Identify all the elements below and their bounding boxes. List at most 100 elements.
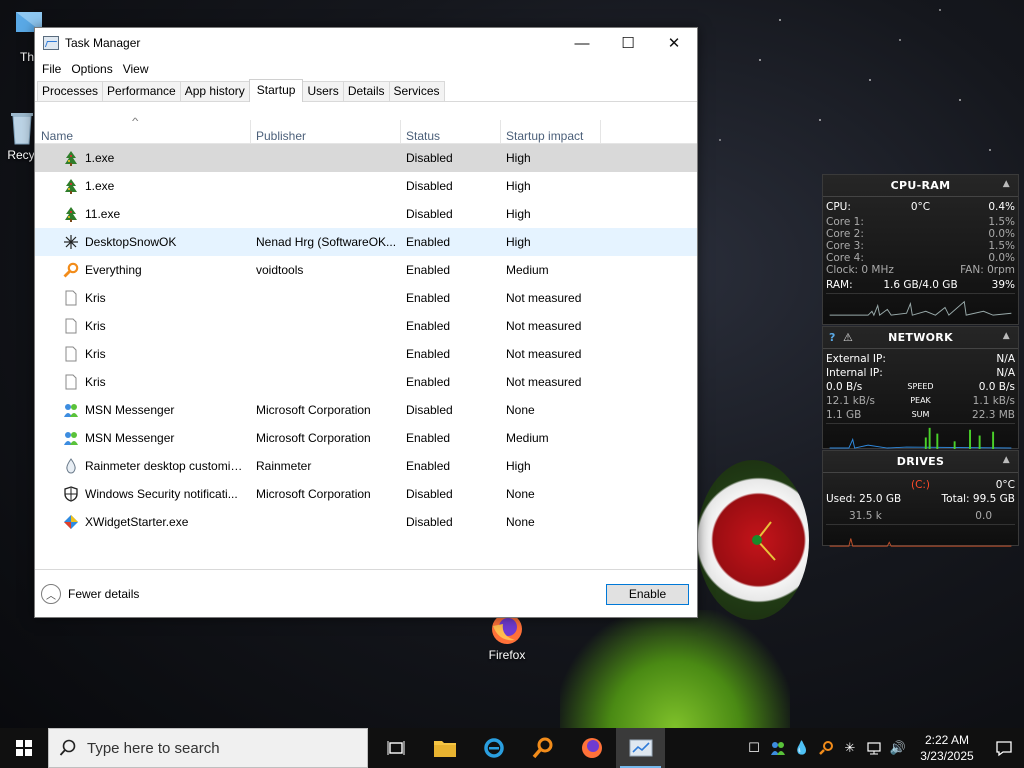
task-manager-window[interactable]: Task Manager — ☐ ✕ File Options View Pro…: [34, 27, 698, 618]
row-startup-impact: Not measured: [506, 319, 582, 333]
row-status: Enabled: [406, 431, 451, 445]
tray-window-icon[interactable]: ☐: [742, 728, 766, 768]
upload-peak: 1.1 kB/s: [972, 395, 1015, 407]
row-startup-impact: High: [506, 207, 531, 221]
tray-network-icon[interactable]: [862, 728, 886, 768]
menu-file[interactable]: File: [37, 62, 66, 76]
taskbar-clock[interactable]: 2:22 AM 3/23/2025: [910, 732, 984, 764]
tray-msn-icon[interactable]: [766, 728, 790, 768]
menu-view[interactable]: View: [118, 62, 154, 76]
cpu-ram-title: CPU-RAM: [890, 179, 951, 192]
taskbar-internet-explorer[interactable]: [469, 728, 518, 768]
action-center-button[interactable]: [984, 728, 1024, 768]
core-3-value: 1.5%: [988, 240, 1015, 252]
taskbar-search[interactable]: Type here to search: [48, 728, 368, 768]
row-startup-impact: Not measured: [506, 347, 582, 361]
drive-temp: 0°C: [995, 479, 1015, 491]
collapse-caret-icon[interactable]: ▲: [1003, 331, 1010, 341]
taskbar-firefox[interactable]: [567, 728, 616, 768]
taskbar-task-manager[interactable]: [616, 728, 665, 768]
table-row[interactable]: 1.exe Disabled High: [35, 144, 697, 172]
tree-icon: [63, 206, 79, 222]
column-header-name[interactable]: Name: [41, 129, 73, 143]
taskbar-file-explorer[interactable]: [420, 728, 469, 768]
taskbar-everything[interactable]: [518, 728, 567, 768]
row-status: Enabled: [406, 291, 451, 305]
row-startup-impact: Not measured: [506, 375, 582, 389]
column-divider[interactable]: [400, 120, 401, 144]
maximize-button[interactable]: ☐: [605, 28, 651, 58]
tab-users[interactable]: Users: [302, 81, 344, 101]
tray-rainmeter-icon[interactable]: 💧: [790, 728, 814, 768]
row-startup-impact: Not measured: [506, 291, 582, 305]
table-row[interactable]: Kris Enabled Not measured: [35, 340, 697, 368]
table-row[interactable]: MSN Messenger Microsoft Corporation Disabl…: [35, 396, 697, 424]
tab-app-history[interactable]: App history: [179, 81, 250, 101]
firefox-icon: [581, 738, 602, 758]
collapse-caret-icon[interactable]: ▲: [1003, 179, 1010, 189]
column-divider[interactable]: [600, 120, 601, 144]
row-status: Enabled: [406, 459, 451, 473]
close-button[interactable]: ✕: [651, 28, 697, 58]
network-title: NETWORK: [888, 331, 953, 344]
row-name: Kris: [85, 375, 106, 389]
start-button[interactable]: [0, 728, 48, 768]
table-row[interactable]: Kris Enabled Not measured: [35, 368, 697, 396]
table-row[interactable]: Kris Enabled Not measured: [35, 312, 697, 340]
drive-activity-graph: [826, 524, 1015, 550]
download-speed: 0.0 B/s: [826, 381, 863, 393]
tab-performance[interactable]: Performance: [102, 81, 181, 101]
task-view-button[interactable]: [371, 728, 420, 768]
internal-ip-value: N/A: [996, 367, 1015, 379]
network-gadget[interactable]: ? ⚠ NETWORK ▲ External IP: N/A Internal I…: [822, 326, 1019, 449]
column-header-status[interactable]: Status: [406, 129, 440, 143]
chevron-up-icon: ︿: [41, 584, 61, 604]
row-name: Kris: [85, 291, 106, 305]
cpu-ram-gadget[interactable]: CPU-RAM ▲ CPU: 0°C 0.4% Core 1: 1.5% Core…: [822, 174, 1019, 325]
enable-button[interactable]: Enable: [606, 584, 689, 605]
table-row[interactable]: 1.exe Disabled High: [35, 172, 697, 200]
column-divider[interactable]: [500, 120, 501, 144]
internet-explorer-icon: [483, 738, 504, 758]
row-startup-impact: None: [506, 515, 535, 529]
core-2-label: Core 2:: [826, 228, 864, 240]
taskbar: Type here to search ☐ 💧 ✳ 🔊 2:22 AM 3/23…: [0, 728, 1024, 768]
table-row[interactable]: 11.exe Disabled High: [35, 200, 697, 228]
tab-processes[interactable]: Processes: [37, 81, 104, 101]
fewer-details-toggle[interactable]: ︿ Fewer details: [41, 584, 139, 604]
desktop-icon-recycle-bin[interactable]: Recy: [6, 110, 36, 162]
drives-gadget[interactable]: DRIVES ▲ (C:) 0°C Used: 25.0 GB Total: 99.…: [822, 450, 1019, 550]
ram-usage: 39%: [991, 279, 1015, 291]
title-bar[interactable]: Task Manager — ☐ ✕: [35, 28, 697, 58]
column-header-publisher[interactable]: Publisher: [256, 129, 306, 143]
row-publisher: Microsoft Corporation: [256, 487, 371, 501]
collapse-caret-icon[interactable]: ▲: [1003, 455, 1010, 465]
desktop-icon-label: Firefox: [488, 648, 526, 662]
cpu-label: CPU:: [826, 201, 851, 213]
column-header-startup-impact[interactable]: Startup impact: [506, 129, 583, 143]
tab-services[interactable]: Services: [388, 81, 445, 101]
table-row[interactable]: XWidgetStarter.exe Disabled None: [35, 508, 697, 536]
tray-volume-icon[interactable]: 🔊: [886, 728, 910, 768]
minimize-button[interactable]: —: [559, 28, 605, 58]
table-row[interactable]: Everything voidtools Enabled Medium: [35, 256, 697, 284]
column-divider[interactable]: [250, 120, 251, 144]
menu-options[interactable]: Options: [66, 62, 117, 76]
desktop-icon-firefox[interactable]: Firefox: [482, 612, 532, 662]
tab-startup[interactable]: Startup: [248, 79, 304, 102]
drive-letter: (C:): [910, 479, 931, 491]
tab-details[interactable]: Details: [342, 81, 390, 101]
table-row[interactable]: MSN Messenger Microsoft Corporation Enable…: [35, 424, 697, 452]
table-row[interactable]: Kris Enabled Not measured: [35, 284, 697, 312]
upload-speed: 0.0 B/s: [978, 381, 1015, 393]
table-row[interactable]: DesktopSnowOK Nenad Hrg (SoftwareOK... Ena…: [35, 228, 697, 256]
row-startup-impact: Medium: [506, 263, 549, 277]
core-2-value: 0.0%: [988, 228, 1015, 240]
network-help-icon[interactable]: ?: [829, 331, 836, 344]
table-row[interactable]: Rainmeter desktop customiz... Rainmeter En…: [35, 452, 697, 480]
table-row[interactable]: Windows Security notificati... Microsoft …: [35, 480, 697, 508]
tray-snowflake-icon[interactable]: ✳: [838, 728, 862, 768]
external-ip-value: N/A: [996, 353, 1015, 365]
tray-everything-icon[interactable]: [814, 728, 838, 768]
gadget-header: DRIVES ▲: [823, 451, 1018, 473]
